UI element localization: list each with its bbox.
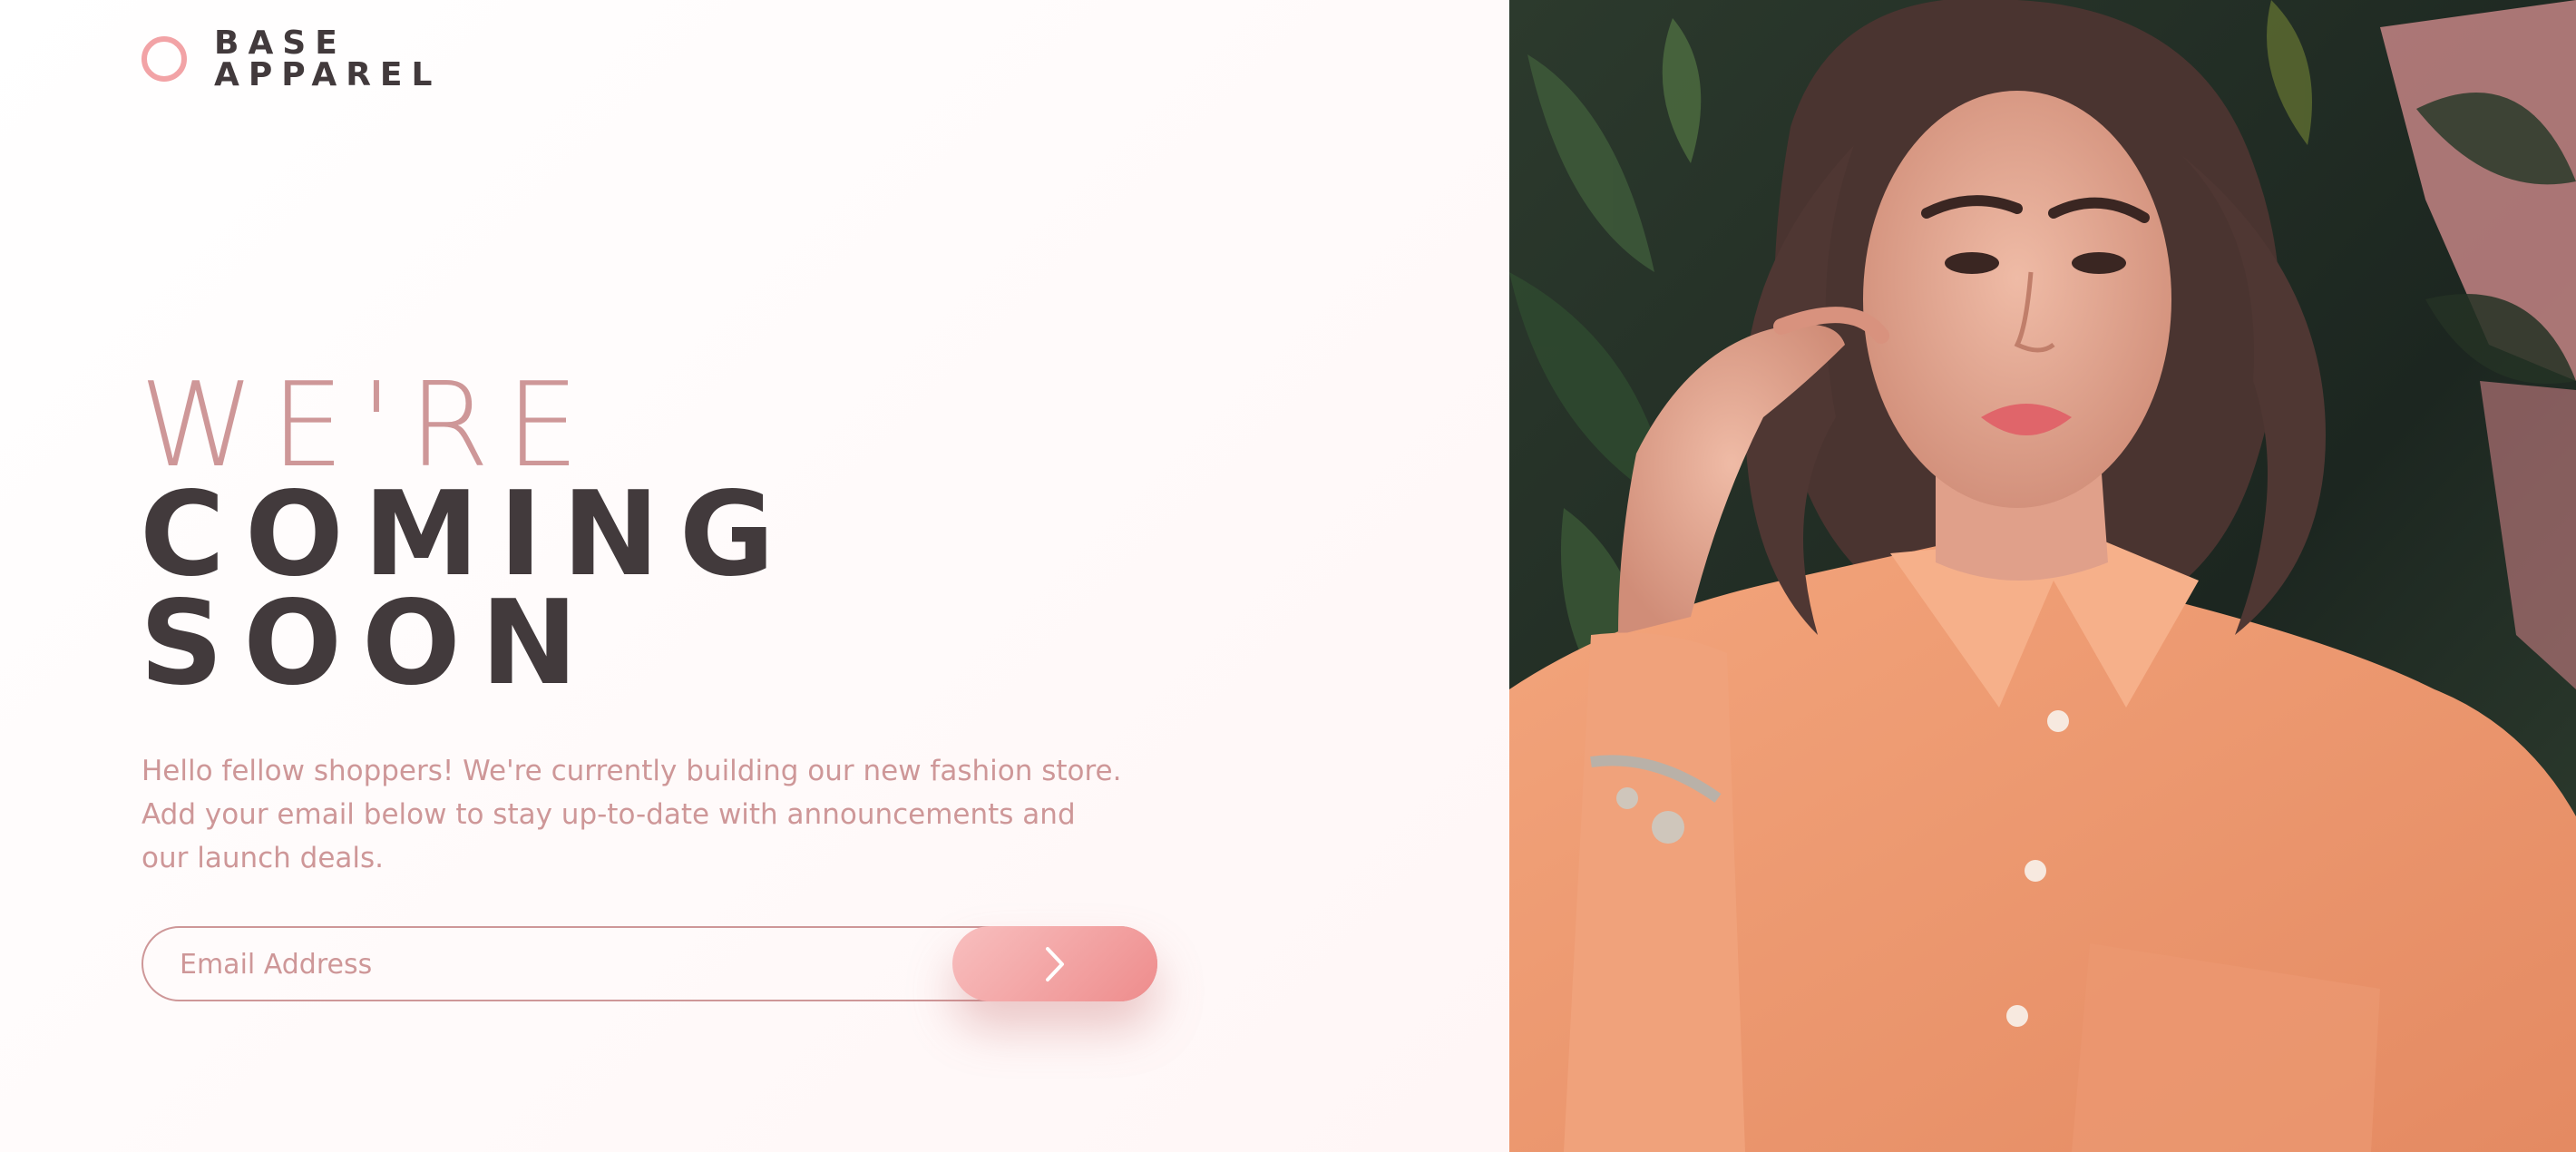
- hero-illustration: [1509, 0, 2576, 1152]
- brand-line-1: BASE: [214, 24, 346, 62]
- content-panel: BASE APPAREL WE'RE COMING SOON Hello fel…: [0, 0, 1509, 1152]
- chevron-right-icon: [1046, 946, 1064, 981]
- headline-line-3: SOON: [140, 576, 598, 711]
- headline-line-1: WE'RE: [140, 358, 596, 493]
- email-input[interactable]: [143, 928, 980, 1001]
- ring-icon: [141, 36, 187, 82]
- logo[interactable]: BASE APPAREL: [141, 24, 442, 93]
- brand-name: BASE APPAREL: [214, 24, 442, 93]
- description: Hello fellow shoppers! We're currently b…: [141, 755, 1122, 874]
- brand-line-2: APPAREL: [214, 56, 442, 93]
- subscribe-form: [141, 926, 1157, 1001]
- submit-button[interactable]: [952, 926, 1157, 1001]
- page-title: WE'RE COMING SOON: [140, 358, 795, 711]
- hero-image: [1509, 0, 2576, 1152]
- headline-line-2: COMING: [140, 467, 795, 602]
